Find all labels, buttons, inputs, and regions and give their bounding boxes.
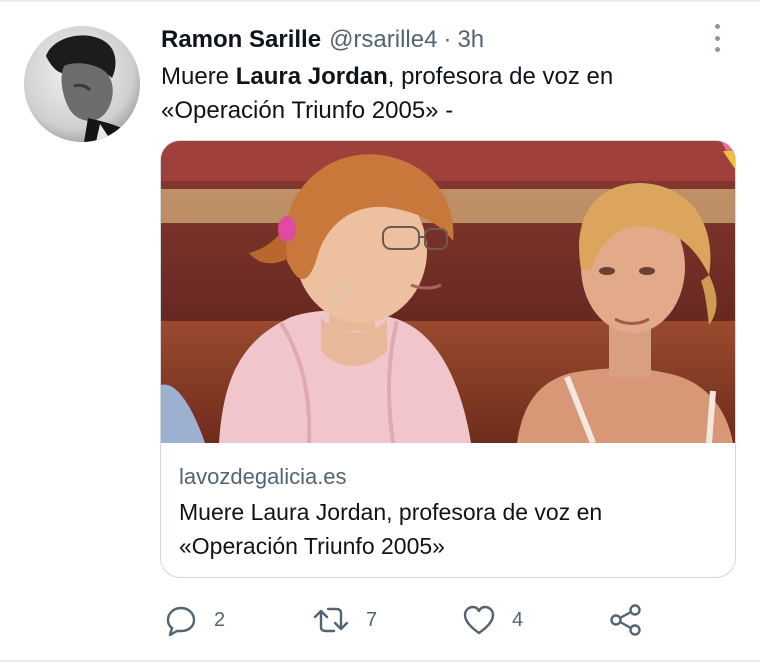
tweet-header: Ramon Sarille @rsarille4 · 3h bbox=[161, 24, 484, 56]
more-dot bbox=[714, 47, 720, 52]
more-vertical-icon[interactable] bbox=[706, 22, 728, 54]
card-domain: lavozdegalicia.es bbox=[179, 464, 347, 489]
link-card[interactable]: lavozdegalicia.es Muere Laura Jordan, pr… bbox=[160, 140, 736, 578]
tweet-text-bold: Laura Jordan bbox=[235, 63, 388, 90]
header-separator: · bbox=[443, 26, 452, 53]
bottom-divider bbox=[0, 660, 760, 662]
card-image[interactable] bbox=[161, 141, 735, 443]
retweet-button[interactable]: 7 bbox=[312, 598, 377, 642]
tweet-text-prefix: Muere bbox=[161, 63, 236, 90]
more-dot bbox=[714, 35, 720, 41]
tweet-text: Muere Laura Jordan, profesora de voz en … bbox=[161, 60, 731, 128]
more-dot bbox=[714, 24, 720, 29]
author-name[interactable]: Ramon Sarille bbox=[161, 26, 321, 54]
retweet-count: 7 bbox=[366, 608, 378, 631]
retweet-icon bbox=[312, 603, 350, 637]
tweet[interactable]: Ramon Sarille @rsarille4 · 3h Muere Laur… bbox=[0, 0, 760, 662]
heart-icon bbox=[462, 603, 496, 637]
like-button[interactable]: 4 bbox=[462, 598, 523, 642]
reply-button[interactable]: 2 bbox=[164, 598, 225, 642]
share-icon bbox=[608, 602, 644, 638]
reply-count: 2 bbox=[214, 608, 226, 631]
reply-icon bbox=[164, 603, 198, 637]
tweet-timestamp[interactable]: 3h bbox=[457, 26, 484, 54]
like-count: 4 bbox=[512, 608, 524, 631]
action-bar: 2 7 4 bbox=[0, 598, 760, 642]
author-handle[interactable]: @rsarille4 bbox=[329, 26, 437, 54]
share-button[interactable] bbox=[608, 598, 644, 642]
avatar[interactable] bbox=[24, 26, 140, 142]
card-title: Muere Laura Jordan, profesora de voz en … bbox=[179, 499, 603, 559]
